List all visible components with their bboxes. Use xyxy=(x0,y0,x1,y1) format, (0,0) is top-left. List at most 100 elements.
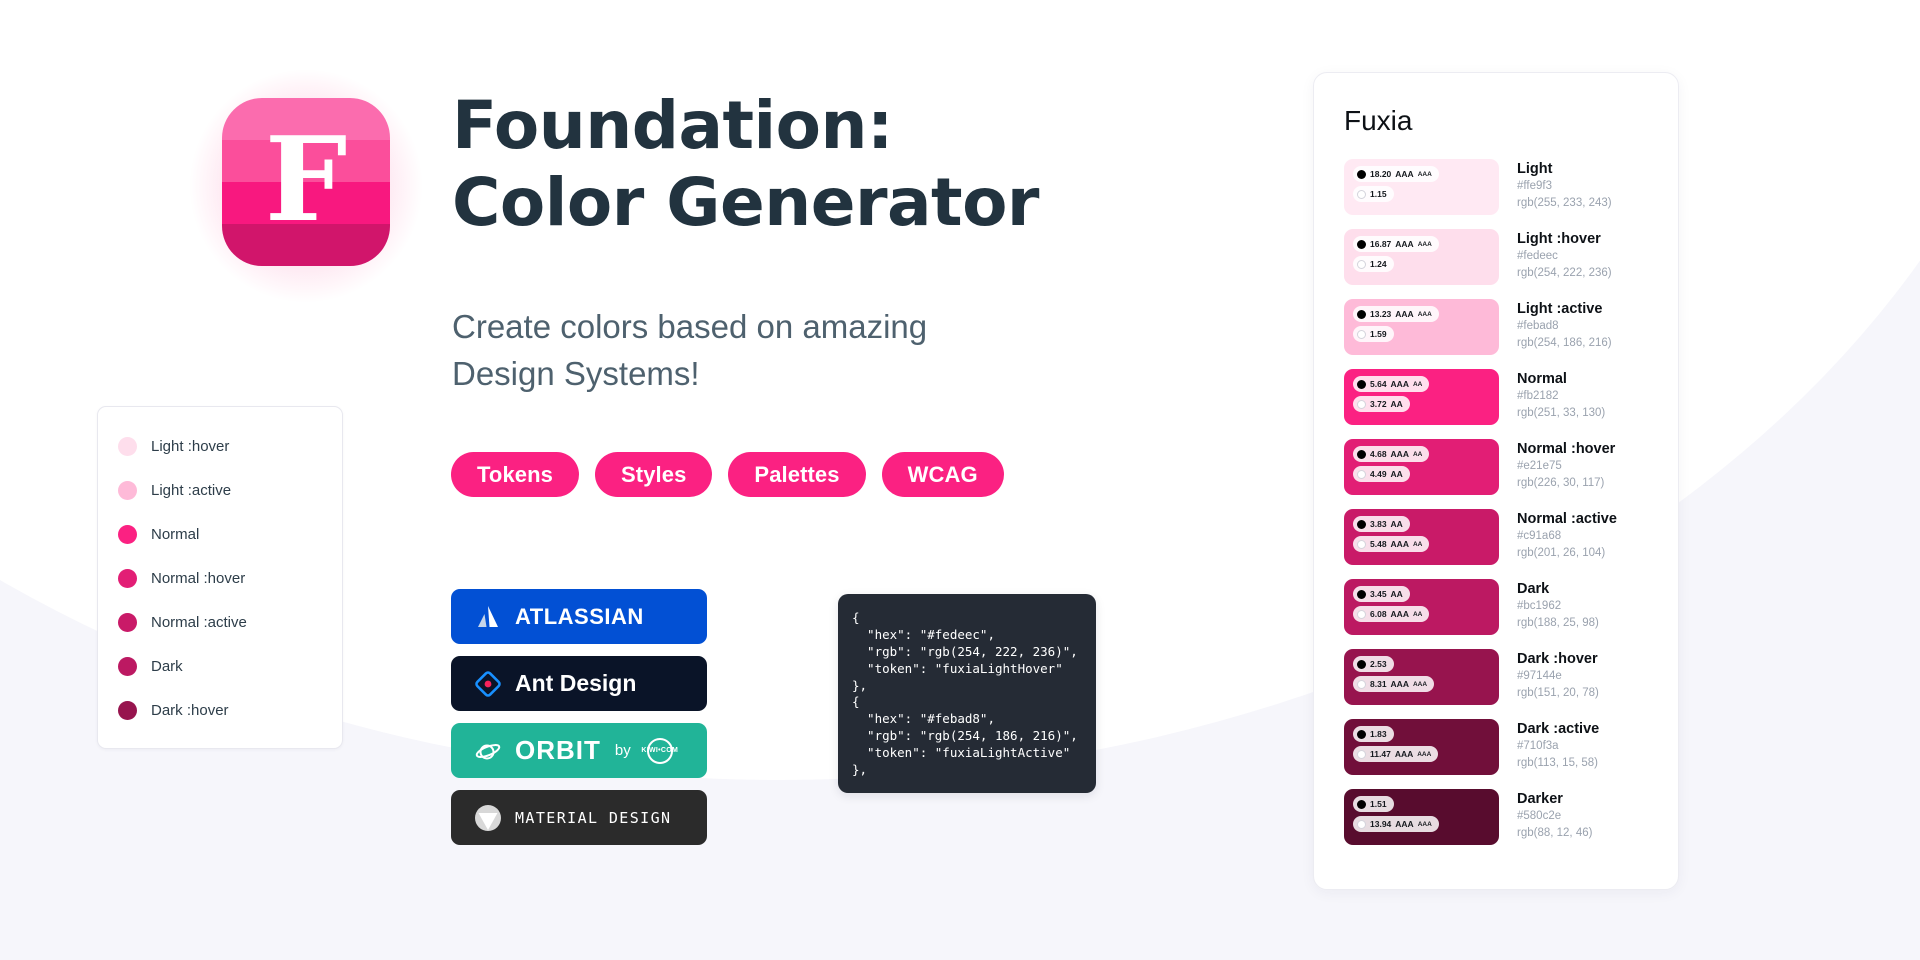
legend-color-dot-icon xyxy=(118,480,137,500)
swatch-row[interactable]: 1.83 11.47 AAA AAA Dark :active #710f3a rgb(11… xyxy=(1344,719,1648,775)
orbit-planet-icon xyxy=(475,743,501,759)
swatch-rgb-value[interactable]: rgb(254, 186, 216) xyxy=(1517,335,1612,352)
design-system-label: Ant Design xyxy=(515,670,637,696)
swatch-row[interactable]: 18.20 AAA AAA 1.15 Light #ffe9f3 rgb(255, 233,… xyxy=(1344,159,1648,215)
wcag-black-dot-icon xyxy=(1357,729,1366,739)
swatch-row[interactable]: 3.45 AA 6.08 AAA AA Dark #bc1962 rgb(188, 25, 9… xyxy=(1344,579,1648,635)
wcag-level-small: AAA xyxy=(1417,170,1432,178)
legend-item[interactable]: Light :hover xyxy=(98,424,342,468)
app-logo: F xyxy=(188,68,424,304)
wcag-white-badge: 4.49 AA xyxy=(1353,466,1410,482)
swatch-meta: Normal #fb2182 rgb(251, 33, 130) xyxy=(1517,369,1605,421)
swatch-name: Normal :hover xyxy=(1517,441,1616,457)
wcag-white-badge: 13.94 AAA AAA xyxy=(1353,816,1439,832)
legend-item[interactable]: Dark :hover xyxy=(98,688,342,732)
feature-pill-palettes[interactable]: Palettes xyxy=(728,452,866,497)
legend-item[interactable]: Dark xyxy=(98,644,342,688)
legend-item[interactable]: Normal :hover xyxy=(98,556,342,600)
swatch-row[interactable]: 2.53 8.31 AAA AAA Dark :hover #97144e rgb(151,… xyxy=(1344,649,1648,705)
wcag-white-dot-icon xyxy=(1357,189,1366,199)
legend-item[interactable]: Normal :active xyxy=(98,600,342,644)
swatch-color-chip[interactable]: 2.53 8.31 AAA AAA xyxy=(1344,649,1499,705)
wcag-white-dot-icon xyxy=(1357,749,1366,759)
wcag-contrast-ratio: 3.72 xyxy=(1370,399,1387,409)
swatch-color-chip[interactable]: 1.83 11.47 AAA AAA xyxy=(1344,719,1499,775)
wcag-contrast-ratio: 1.15 xyxy=(1370,189,1387,199)
swatch-name: Dark xyxy=(1517,581,1550,597)
page-title: Foundation: Color Generator xyxy=(452,87,1039,241)
swatch-row[interactable]: 1.51 13.94 AAA AAA Darker #580c2e rgb(88, 12, … xyxy=(1344,789,1648,845)
swatch-row[interactable]: 16.87 AAA AAA 1.24 Light :hover #fedeec rgb(25… xyxy=(1344,229,1648,285)
swatch-rgb-value[interactable]: rgb(201, 26, 104) xyxy=(1517,545,1617,562)
feature-pill-wcag[interactable]: WCAG xyxy=(881,452,1004,497)
swatch-row[interactable]: 5.64 AAA AA 3.72 AA Normal #fb2182 rgb(251, 33,… xyxy=(1344,369,1648,425)
swatch-rgb-value[interactable]: rgb(151, 20, 78) xyxy=(1517,685,1599,702)
swatch-color-chip[interactable]: 18.20 AAA AAA 1.15 xyxy=(1344,159,1499,215)
swatch-meta: Dark :hover #97144e rgb(151, 20, 78) xyxy=(1517,649,1599,701)
swatch-color-chip[interactable]: 16.87 AAA AAA 1.24 xyxy=(1344,229,1499,285)
wcag-level-large: AAA xyxy=(1395,239,1414,249)
swatch-rgb-value[interactable]: rgb(113, 15, 58) xyxy=(1517,755,1599,772)
wcag-white-dot-icon xyxy=(1357,399,1366,409)
swatch-hex-value[interactable]: #580c2e xyxy=(1517,808,1592,825)
wcag-level-small: AA xyxy=(1412,450,1423,458)
legend-color-dot-icon xyxy=(118,568,137,588)
swatch-hex-value[interactable]: #c91a68 xyxy=(1517,528,1617,545)
swatch-hex-value[interactable]: #710f3a xyxy=(1517,738,1599,755)
wcag-level-large: AA xyxy=(1390,469,1403,479)
design-system-button-material-design[interactable]: MATERIAL DESIGN xyxy=(451,790,707,845)
wcag-white-dot-icon xyxy=(1357,819,1366,829)
feature-pill-styles[interactable]: Styles xyxy=(595,452,713,497)
wcag-contrast-ratio: 5.64 xyxy=(1370,379,1387,389)
swatch-hex-value[interactable]: #e21e75 xyxy=(1517,458,1615,475)
legend-item-label: Normal :active xyxy=(151,613,247,631)
wcag-level-small: AAA xyxy=(1417,240,1432,248)
wcag-contrast-ratio: 1.51 xyxy=(1370,799,1387,809)
swatch-rgb-value[interactable]: rgb(254, 222, 236) xyxy=(1517,265,1612,282)
swatch-hex-value[interactable]: #febad8 xyxy=(1517,318,1612,335)
swatch-color-chip[interactable]: 5.64 AAA AA 3.72 AA xyxy=(1344,369,1499,425)
page-root: F Foundation: Color Generator Create col… xyxy=(0,0,1920,960)
wcag-level-small: AA xyxy=(1412,610,1423,618)
orbit-by-label: by xyxy=(614,742,631,759)
wcag-white-badge: 8.31 AAA AAA xyxy=(1353,676,1435,692)
swatch-hex-value[interactable]: #fb2182 xyxy=(1517,388,1605,405)
wcag-level-large: AAA xyxy=(1395,819,1414,829)
swatch-color-chip[interactable]: 1.51 13.94 AAA AAA xyxy=(1344,789,1499,845)
swatch-row[interactable]: 13.23 AAA AAA 1.59 Light :active #febad8 rgb(2… xyxy=(1344,299,1648,355)
swatch-row[interactable]: 4.68 AAA AA 4.49 AA Normal :hover #e21e75 rgb(2… xyxy=(1344,439,1648,495)
swatch-rgb-value[interactable]: rgb(255, 233, 243) xyxy=(1517,195,1612,212)
ant-design-icon xyxy=(475,670,501,697)
design-system-button-ant-design[interactable]: Ant Design xyxy=(451,656,707,711)
swatch-row[interactable]: 3.83 AA 5.48 AAA AA Normal :active #c91a68 rgb(… xyxy=(1344,509,1648,565)
swatch-rgb-value[interactable]: rgb(88, 12, 46) xyxy=(1517,825,1592,842)
design-system-label: ATLASSIAN xyxy=(515,603,644,629)
swatch-hex-value[interactable]: #fedeec xyxy=(1517,248,1612,265)
design-system-button-orbit-by-kiwi[interactable]: ORBIT by KIWI•COM xyxy=(451,723,707,778)
swatch-color-chip[interactable]: 13.23 AAA AAA 1.59 xyxy=(1344,299,1499,355)
swatch-rgb-value[interactable]: rgb(226, 30, 117) xyxy=(1517,475,1615,492)
swatch-rgb-value[interactable]: rgb(251, 33, 130) xyxy=(1517,405,1605,422)
feature-pill-tokens[interactable]: Tokens xyxy=(451,452,579,497)
swatch-rgb-value[interactable]: rgb(188, 25, 98) xyxy=(1517,615,1599,632)
wcag-black-dot-icon xyxy=(1357,799,1366,809)
wcag-level-large: AA xyxy=(1390,399,1403,409)
legend-item[interactable]: Normal xyxy=(98,512,342,556)
palette-title: Fuxia xyxy=(1344,105,1413,136)
design-system-button-atlassian[interactable]: ATLASSIAN xyxy=(451,589,707,644)
wcag-black-badge: 16.87 AAA AAA xyxy=(1353,236,1439,252)
swatch-color-chip[interactable]: 3.45 AA 6.08 AAA AA xyxy=(1344,579,1499,635)
wcag-level-small: AAA xyxy=(1412,680,1428,688)
feature-pill-row: Tokens Styles Palettes WCAG xyxy=(451,452,1004,497)
swatch-hex-value[interactable]: #97144e xyxy=(1517,668,1599,685)
legend-item-label: Light :active xyxy=(151,481,232,499)
swatch-color-chip[interactable]: 4.68 AAA AA 4.49 AA xyxy=(1344,439,1499,495)
legend-item[interactable]: Light :active xyxy=(98,468,342,512)
legend-color-dot-icon xyxy=(118,524,137,544)
wcag-white-badge: 6.08 AAA AA xyxy=(1353,606,1430,622)
swatch-hex-value[interactable]: #bc1962 xyxy=(1517,598,1599,615)
swatch-hex-value[interactable]: #ffe9f3 xyxy=(1517,178,1612,195)
swatch-list: 18.20 AAA AAA 1.15 Light #ffe9f3 rgb(255, 233,… xyxy=(1344,159,1648,845)
wcag-level-small: AA xyxy=(1412,380,1423,388)
swatch-color-chip[interactable]: 3.83 AA 5.48 AAA AA xyxy=(1344,509,1499,565)
